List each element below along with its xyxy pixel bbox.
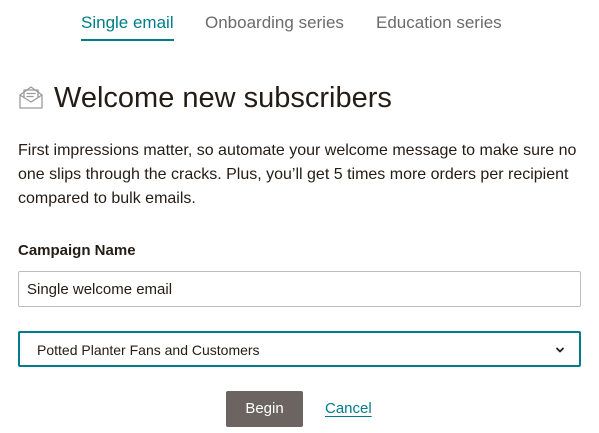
tab-label: Onboarding series: [205, 13, 344, 32]
tab-single-email[interactable]: Single email: [81, 12, 174, 41]
audience-select[interactable]: Potted Planter Fans and Customers: [18, 331, 581, 367]
welcome-automation-panel: Single email Onboarding series Education…: [0, 0, 599, 433]
page-heading: Welcome new subscribers: [18, 80, 588, 116]
begin-button[interactable]: Begin: [226, 391, 303, 427]
active-tab-indicator: [81, 39, 174, 41]
cancel-link[interactable]: Cancel: [325, 399, 372, 419]
tab-education-series[interactable]: Education series: [376, 12, 502, 34]
tab-label: Single email: [81, 13, 174, 32]
tab-bar: Single email Onboarding series Education…: [0, 12, 599, 42]
tab-onboarding-series[interactable]: Onboarding series: [205, 12, 344, 34]
audience-select-value: Potted Planter Fans and Customers: [37, 342, 260, 358]
chevron-down-icon: [554, 343, 566, 355]
campaign-name-label: Campaign Name: [18, 242, 136, 259]
campaign-name-input[interactable]: [18, 271, 581, 307]
description-text: First impressions matter, so automate yo…: [18, 142, 577, 207]
envelope-open-icon: [18, 84, 44, 110]
tab-label: Education series: [376, 13, 502, 32]
page-title: Welcome new subscribers: [54, 82, 392, 114]
